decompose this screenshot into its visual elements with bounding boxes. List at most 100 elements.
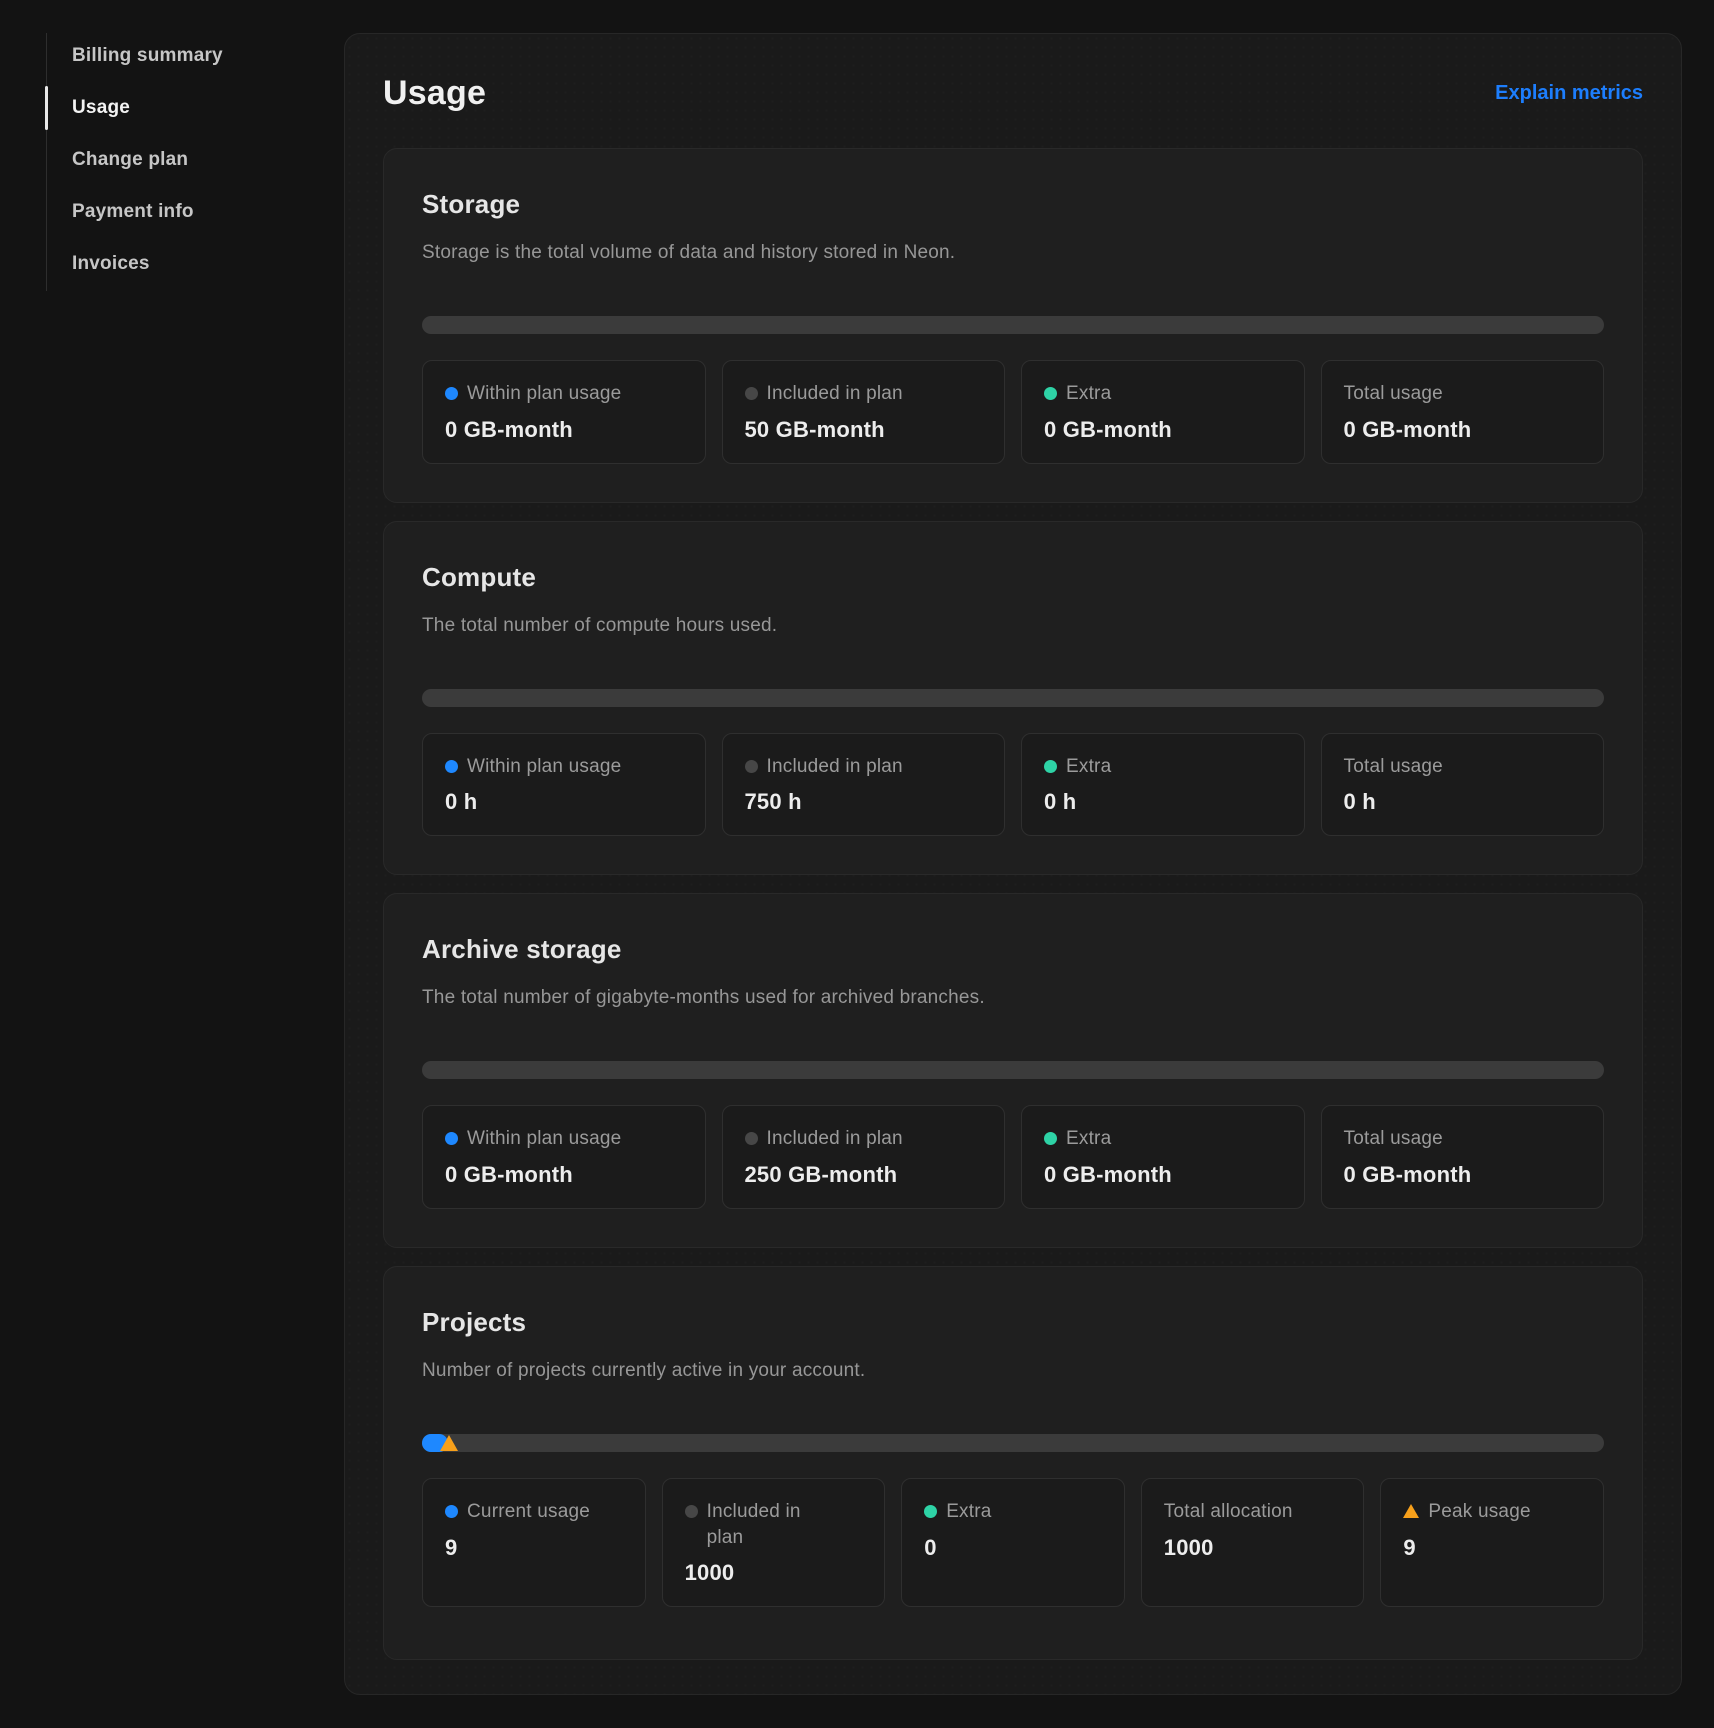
stats-row: Within plan usage0 hIncluded in plan750 … [422, 733, 1604, 837]
stat-box-included-in-plan: Included in plan 750 h [722, 733, 1006, 837]
stat-label-row: Included in plan [745, 381, 983, 407]
stats-row: Current usage9Included in plan1000Extra0… [422, 1478, 1604, 1607]
card-description: Storage is the total volume of data and … [422, 242, 1604, 264]
stat-label-row: Extra [1044, 1126, 1282, 1152]
sidebar-item-label: Payment info [72, 201, 194, 223]
sidebar-item-payment-info[interactable]: Payment info [46, 186, 306, 238]
sidebar-item-label: Billing summary [72, 45, 223, 67]
stat-label: Total usage [1344, 381, 1443, 407]
card-description: Number of projects currently active in y… [422, 1360, 1604, 1382]
stat-label-row: Within plan usage [445, 381, 683, 407]
stat-label-row: Total usage [1344, 754, 1582, 780]
stat-label: Current usage [467, 1499, 590, 1525]
peak-marker-icon [440, 1435, 458, 1451]
sidebar-item-label: Invoices [72, 253, 150, 275]
stat-box-total-usage: Total usage 0 h [1321, 733, 1605, 837]
explain-metrics-link[interactable]: Explain metrics [1495, 82, 1643, 105]
stat-value: 1000 [1164, 1535, 1342, 1561]
card-storage: Storage Storage is the total volume of da… [383, 148, 1643, 503]
green-dot-icon [1044, 1132, 1057, 1145]
progress-track [422, 689, 1604, 707]
stat-label: Included in plan [767, 754, 903, 780]
usage-panel: Usage Explain metrics Storage Storage is … [344, 33, 1682, 1695]
stat-value: 0 GB-month [445, 1162, 683, 1188]
card-description: The total number of compute hours used. [422, 615, 1604, 637]
stat-value: 0 h [445, 789, 683, 815]
stat-label-row: Included in plan [745, 1126, 983, 1152]
stat-label: Total usage [1344, 754, 1443, 780]
stat-value: 250 GB-month [745, 1162, 983, 1188]
page-title: Usage [383, 74, 486, 113]
stat-label-row: Included in plan [745, 754, 983, 780]
stat-value: 50 GB-month [745, 417, 983, 443]
stat-value: 750 h [745, 789, 983, 815]
stat-value: 0 GB-month [1344, 1162, 1582, 1188]
stat-value: 0 h [1044, 789, 1282, 815]
green-dot-icon [1044, 387, 1057, 400]
stat-box-included-in-plan: Included in plan1000 [662, 1478, 886, 1607]
stat-label-row: Within plan usage [445, 1126, 683, 1152]
stat-label: Total usage [1344, 1126, 1443, 1152]
stat-label-row: Extra [1044, 381, 1282, 407]
card-title: Storage [422, 189, 1604, 220]
card-description: The total number of gigabyte-months used… [422, 987, 1604, 1009]
card-title: Compute [422, 562, 1604, 593]
stat-box-extra: Extra 0 GB-month [1021, 1105, 1305, 1209]
stat-box-included-in-plan: Included in plan 50 GB-month [722, 360, 1006, 464]
stat-label-row: Peak usage [1403, 1499, 1581, 1525]
stat-box-extra: Extra0 GB-month [1021, 360, 1305, 464]
stat-label: Within plan usage [467, 1126, 621, 1152]
active-tab-indicator [45, 86, 48, 130]
sidebar-item-usage[interactable]: Usage [46, 82, 306, 134]
card-projects: Projects Number of projects currently act… [383, 1266, 1643, 1660]
stat-label: Extra [1066, 754, 1111, 780]
stat-label-row: Total allocation [1164, 1499, 1342, 1525]
stat-label: Peak usage [1428, 1499, 1530, 1525]
stat-value: 0 GB-month [1044, 1162, 1282, 1188]
stat-box-current-usage: Current usage9 [422, 1478, 646, 1607]
card-title: Projects [422, 1307, 1604, 1338]
blue-dot-icon [445, 760, 458, 773]
stat-label: Total allocation [1164, 1499, 1293, 1525]
gray-dot-icon [745, 760, 758, 773]
stat-value: 9 [1403, 1535, 1581, 1561]
stat-value: 0 GB-month [1344, 417, 1582, 443]
card-title: Archive storage [422, 934, 1604, 965]
stat-label-row: Current usage [445, 1499, 623, 1525]
green-dot-icon [1044, 760, 1057, 773]
panel-header: Usage Explain metrics [383, 64, 1643, 122]
sidebar-item-invoices[interactable]: Invoices [46, 238, 306, 290]
progress-track [422, 1434, 1604, 1452]
stat-label: Included in plan [767, 1126, 903, 1152]
gray-dot-icon [745, 387, 758, 400]
stat-label: Extra [1066, 381, 1111, 407]
stat-box-extra: Extra0 [901, 1478, 1125, 1607]
progress-track [422, 316, 1604, 334]
card-compute: Compute The total number of compute hours… [383, 521, 1643, 876]
sidebar-item-change-plan[interactable]: Change plan [46, 134, 306, 186]
stat-box-peak-usage: Peak usage 9 [1380, 1478, 1604, 1607]
sidebar-item-billing-summary[interactable]: Billing summary [46, 30, 306, 82]
stat-box-total-usage: Total usage 0 GB-month [1321, 360, 1605, 464]
stat-box-within-plan-usage: Within plan usage 0 GB-month [422, 360, 706, 464]
green-dot-icon [924, 1505, 937, 1518]
gray-dot-icon [685, 1505, 698, 1518]
stat-label: Included in plan [767, 381, 903, 407]
stat-label-row: Included in plan [685, 1499, 863, 1550]
blue-dot-icon [445, 1505, 458, 1518]
stat-box-within-plan-usage: Within plan usage 0 GB-month [422, 1105, 706, 1209]
stat-box-included-in-plan: Included in plan 250 GB-month [722, 1105, 1006, 1209]
stat-label-row: Total usage [1344, 381, 1582, 407]
peak-triangle-icon [1403, 1504, 1419, 1518]
blue-dot-icon [445, 387, 458, 400]
stat-value: 0 h [1344, 789, 1582, 815]
stat-label: Within plan usage [467, 381, 621, 407]
stats-row: Within plan usage 0 GB-month Included in p… [422, 360, 1604, 464]
stat-label-row: Extra [924, 1499, 1102, 1525]
card-archive-storage: Archive storage The total number of gigab… [383, 893, 1643, 1248]
stats-row: Within plan usage 0 GB-month Included in p… [422, 1105, 1604, 1209]
sidebar-item-label: Usage [72, 97, 130, 119]
stat-label: Included in plan [707, 1499, 822, 1550]
stat-value: 0 GB-month [445, 417, 683, 443]
stat-label-row: Extra [1044, 754, 1282, 780]
